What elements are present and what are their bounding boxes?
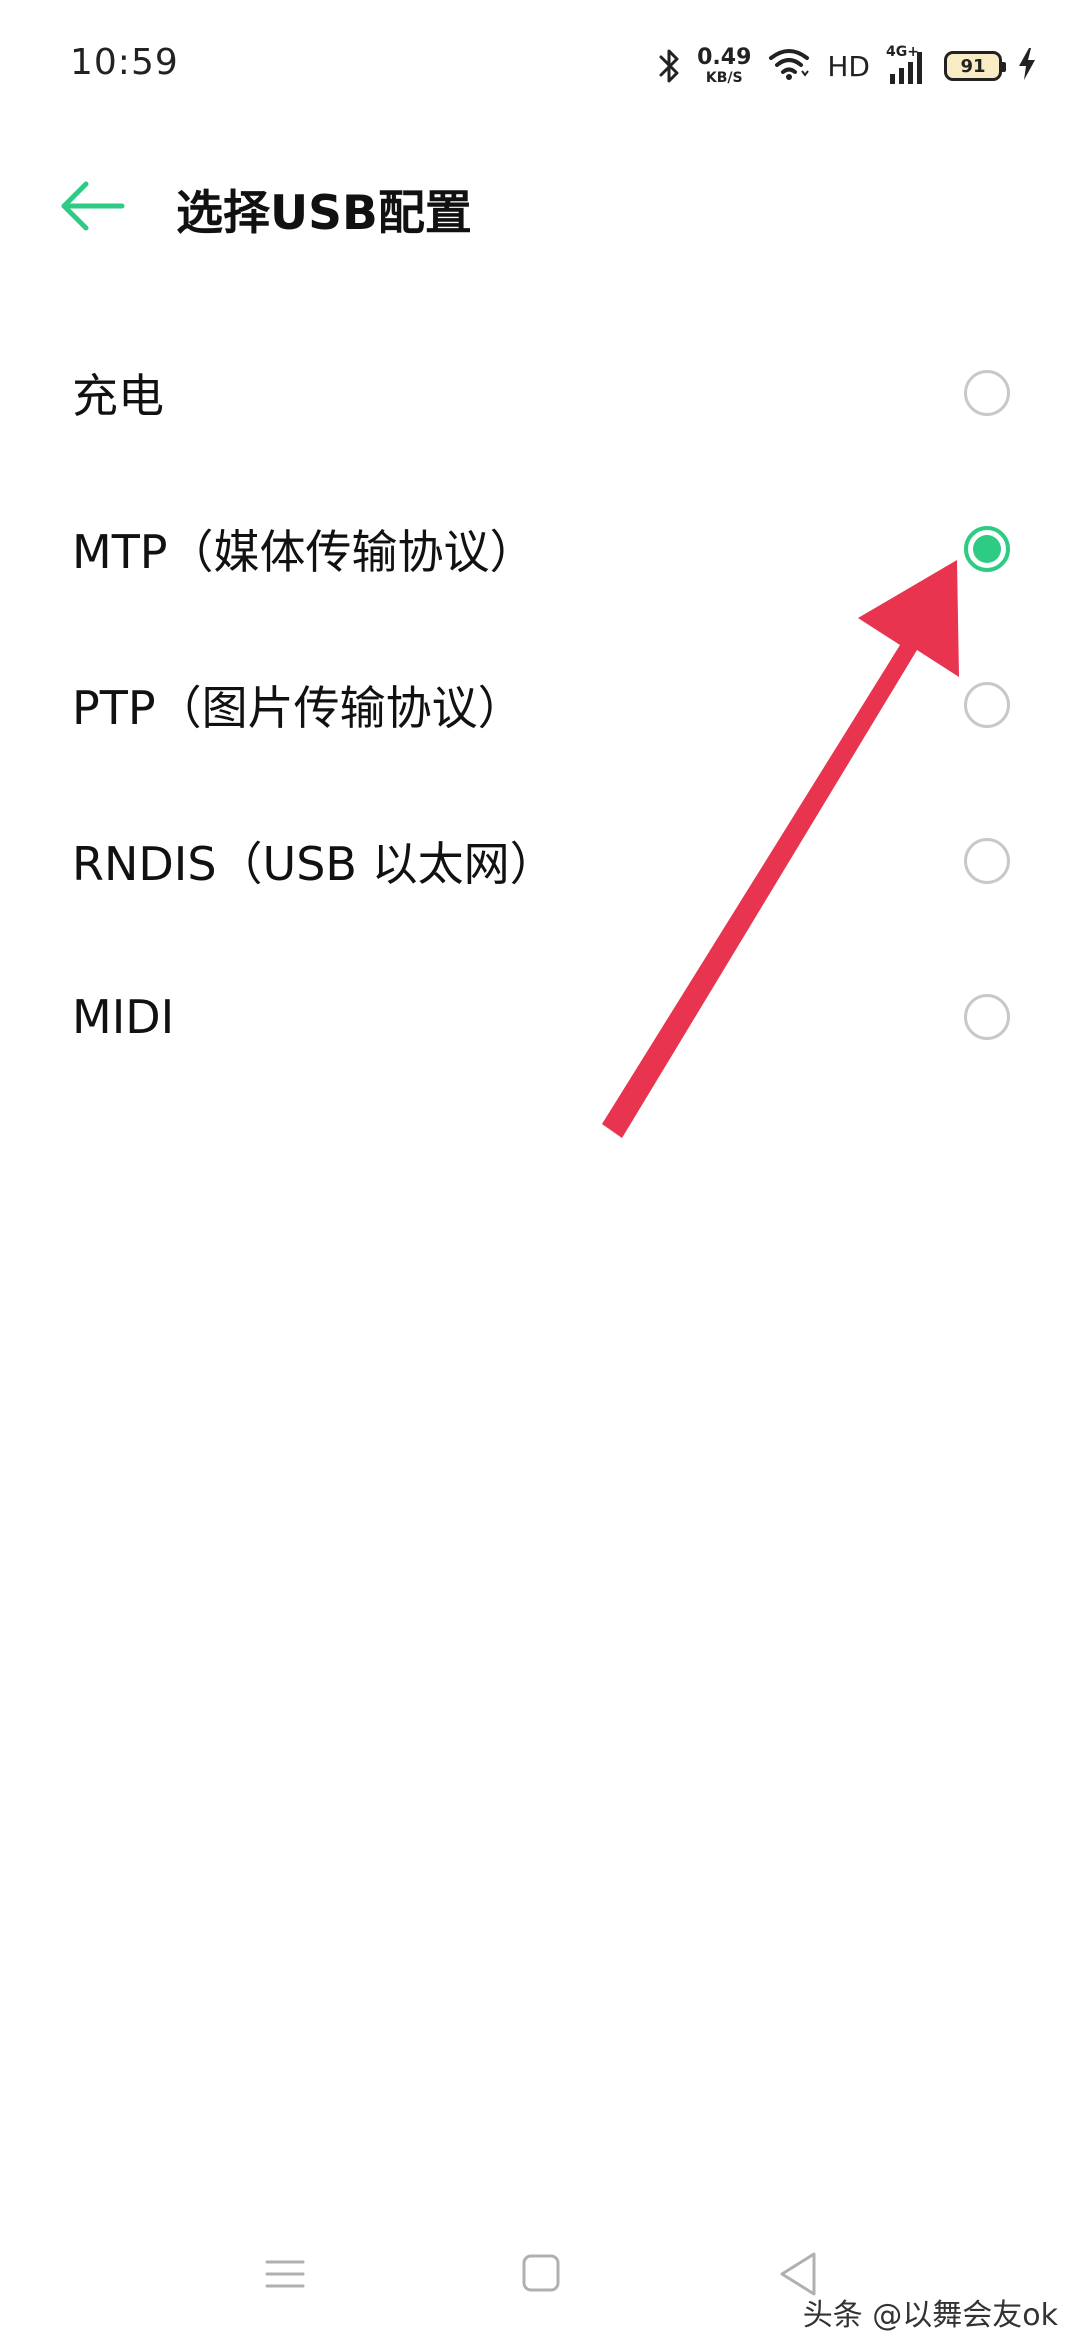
back-button[interactable] bbox=[58, 178, 128, 234]
option-label: 充电 bbox=[72, 369, 164, 423]
page-title: 选择USB配置 bbox=[176, 186, 472, 241]
arrow-left-icon bbox=[61, 181, 125, 231]
radio-button[interactable] bbox=[964, 994, 1010, 1040]
option-label: MTP（媒体传输协议） bbox=[72, 525, 536, 579]
signal-icon: 4G+ bbox=[886, 44, 928, 86]
radio-button[interactable] bbox=[964, 682, 1010, 728]
radio-button-selected[interactable] bbox=[964, 526, 1010, 572]
radio-button[interactable] bbox=[964, 370, 1010, 416]
option-label: MIDI bbox=[72, 990, 175, 1044]
hd-label: HD bbox=[827, 49, 870, 83]
radio-selected-dot bbox=[973, 535, 1001, 563]
bluetooth-icon bbox=[657, 46, 681, 86]
network-speed-value: 0.49 bbox=[697, 45, 752, 70]
option-ptp[interactable]: PTP（图片传输协议） bbox=[0, 627, 1080, 783]
app-bar: 选择USB配置 bbox=[0, 150, 1080, 260]
wifi-icon bbox=[767, 46, 811, 86]
network-speed: 0.49 KB/S bbox=[697, 45, 752, 86]
menu-icon bbox=[265, 2260, 305, 2288]
option-charging[interactable]: 充电 bbox=[0, 315, 1080, 471]
menu-button[interactable] bbox=[255, 2244, 315, 2304]
status-bar: 10:59 0.49 KB/S HD 4G+ 91 bbox=[0, 0, 1080, 132]
battery-icon: 91 bbox=[944, 51, 1006, 81]
radio-button[interactable] bbox=[964, 838, 1010, 884]
charging-icon bbox=[1018, 48, 1036, 84]
option-midi[interactable]: MIDI bbox=[0, 939, 1080, 1095]
option-rndis[interactable]: RNDIS（USB 以太网） bbox=[0, 783, 1080, 939]
network-speed-unit: KB/S bbox=[705, 70, 743, 86]
option-label: RNDIS（USB 以太网） bbox=[72, 837, 556, 891]
option-label: PTP（图片传输协议） bbox=[72, 681, 524, 735]
option-mtp[interactable]: MTP（媒体传输协议） bbox=[0, 471, 1080, 627]
watermark: 头条 @以舞会友ok bbox=[802, 2298, 1058, 2333]
status-time: 10:59 bbox=[70, 42, 179, 83]
status-icons: 0.49 KB/S HD 4G+ 91 bbox=[657, 40, 1036, 92]
home-button[interactable] bbox=[511, 2244, 571, 2304]
home-icon bbox=[522, 2254, 560, 2292]
battery-level: 91 bbox=[960, 55, 986, 77]
usb-config-options: 充电 MTP（媒体传输协议） PTP（图片传输协议） RNDIS（USB 以太网… bbox=[0, 315, 1080, 1095]
